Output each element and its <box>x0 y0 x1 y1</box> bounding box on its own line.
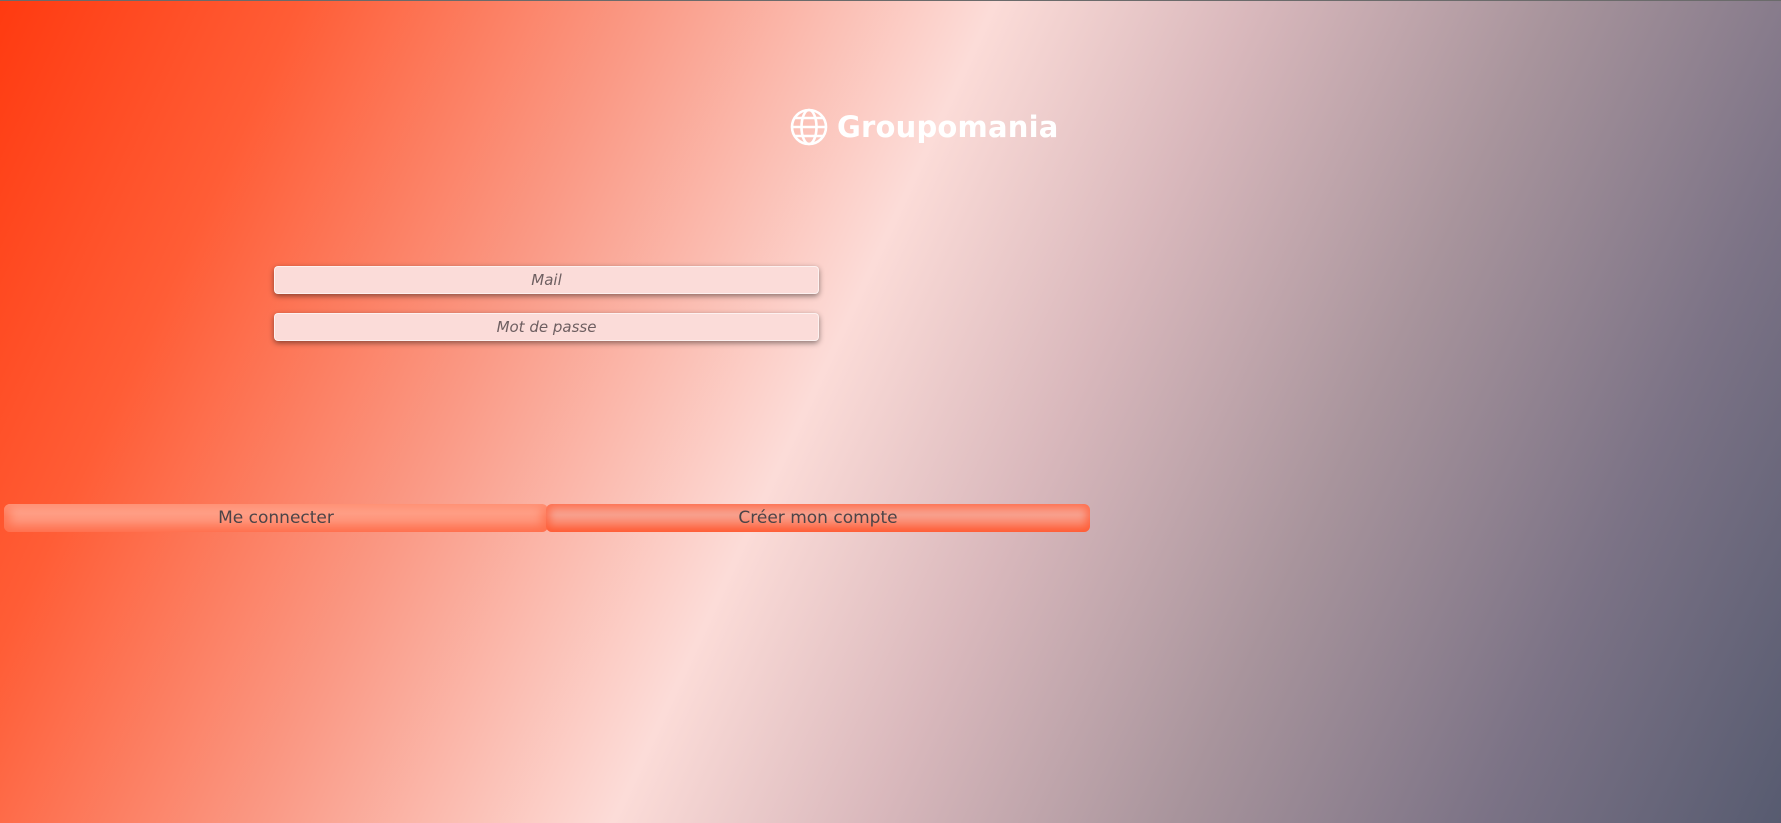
brand-header: Groupomania <box>789 106 1059 148</box>
globe-icon <box>790 108 828 146</box>
login-button[interactable]: Me connecter <box>4 504 548 532</box>
password-input[interactable] <box>274 313 819 341</box>
mail-input[interactable] <box>274 266 819 294</box>
window-top-border <box>0 0 1781 1</box>
create-account-button[interactable]: Créer mon compte <box>546 504 1090 532</box>
brand-name: Groupomania <box>837 110 1059 144</box>
